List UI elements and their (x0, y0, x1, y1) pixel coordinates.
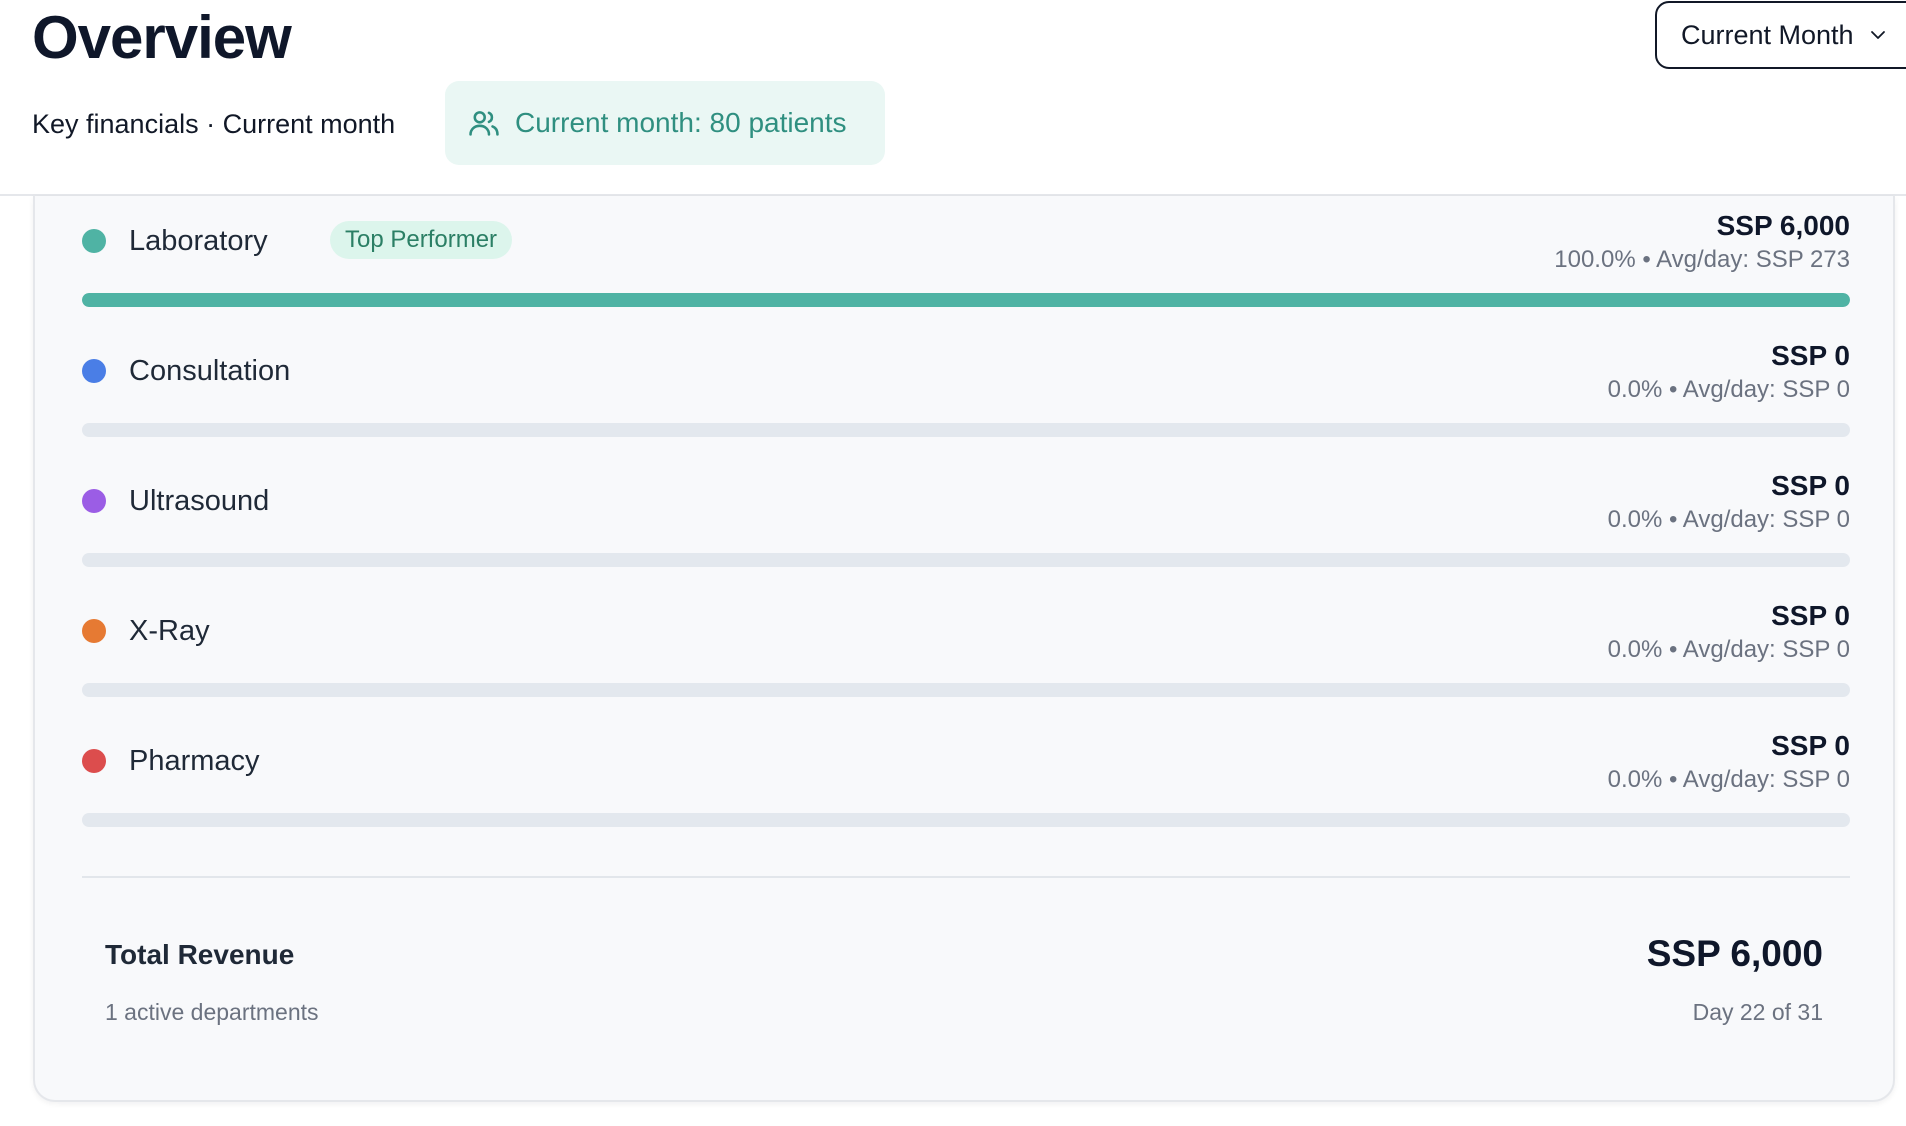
department-name: Consultation (129, 355, 291, 387)
department-color-dot (82, 619, 106, 643)
department-color-dot (82, 489, 106, 513)
page-title: Overview (32, 4, 292, 71)
page-subtitle: Key financials · Current month (32, 109, 396, 139)
top-performer-badge: Top Performer (330, 221, 513, 259)
department-row-laboratory: Laboratory Top Performer SSP 6,000 100.0… (82, 196, 1850, 326)
patients-count-badge: Current month: 80 patients (445, 81, 885, 165)
department-name: X-Ray (129, 615, 210, 647)
department-amount: SSP 0 (1771, 340, 1850, 371)
department-share-bar (82, 553, 1850, 567)
department-share-fill (82, 293, 1850, 307)
day-progress-text: Day 22 of 31 (1692, 999, 1823, 1025)
department-amount: SSP 6,000 (1716, 210, 1850, 241)
page: Overview Key financials · Current month … (0, 0, 1906, 1126)
page-header: Overview Key financials · Current month … (0, 0, 1906, 196)
department-share-bar (82, 423, 1850, 437)
department-name: Laboratory (129, 225, 268, 257)
users-icon (467, 106, 501, 140)
department-share-bar (82, 813, 1850, 827)
department-color-dot (82, 359, 106, 383)
divider (82, 876, 1850, 878)
department-color-dot (82, 229, 106, 253)
period-select-value: Current Month (1681, 19, 1854, 50)
department-revenue-card: Laboratory Top Performer SSP 6,000 100.0… (33, 196, 1895, 1102)
patients-count-label: Current month: 80 patients (515, 107, 847, 138)
chevron-down-icon (1868, 25, 1888, 45)
department-meta: 0.0% • Avg/day: SSP 0 (1607, 766, 1850, 793)
department-name: Pharmacy (129, 745, 260, 777)
department-row-consultation: Consultation SSP 0 0.0% • Avg/day: SSP 0 (82, 326, 1850, 456)
department-amount: SSP 0 (1771, 730, 1850, 761)
total-revenue-amount: SSP 6,000 (1646, 933, 1823, 974)
department-meta: 0.0% • Avg/day: SSP 0 (1607, 376, 1850, 403)
department-share-bar (82, 293, 1850, 307)
department-share-bar (82, 683, 1850, 697)
department-meta: 0.0% • Avg/day: SSP 0 (1607, 506, 1850, 533)
department-row-ultrasound: Ultrasound SSP 0 0.0% • Avg/day: SSP 0 (82, 456, 1850, 586)
period-select[interactable]: Current Month (1655, 1, 1906, 69)
active-departments-count: 1 active departments (105, 999, 319, 1025)
department-row-pharmacy: Pharmacy SSP 0 0.0% • Avg/day: SSP 0 (82, 716, 1850, 846)
department-meta: 100.0% • Avg/day: SSP 273 (1554, 246, 1850, 273)
department-amount: SSP 0 (1771, 470, 1850, 501)
total-revenue-label: Total Revenue (105, 939, 295, 970)
department-meta: 0.0% • Avg/day: SSP 0 (1607, 636, 1850, 663)
department-color-dot (82, 749, 106, 773)
department-amount: SSP 0 (1771, 600, 1850, 631)
department-row-xray: X-Ray SSP 0 0.0% • Avg/day: SSP 0 (82, 586, 1850, 716)
department-name: Ultrasound (129, 485, 270, 517)
